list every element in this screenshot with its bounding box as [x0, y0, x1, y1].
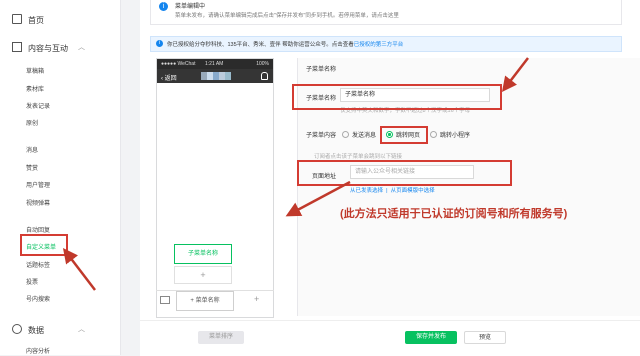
arrow-to-custom-menu	[62, 248, 96, 291]
annotation-arrows	[62, 57, 529, 291]
arrow-to-name-field	[501, 57, 529, 92]
arrow-to-url-field	[285, 180, 351, 217]
